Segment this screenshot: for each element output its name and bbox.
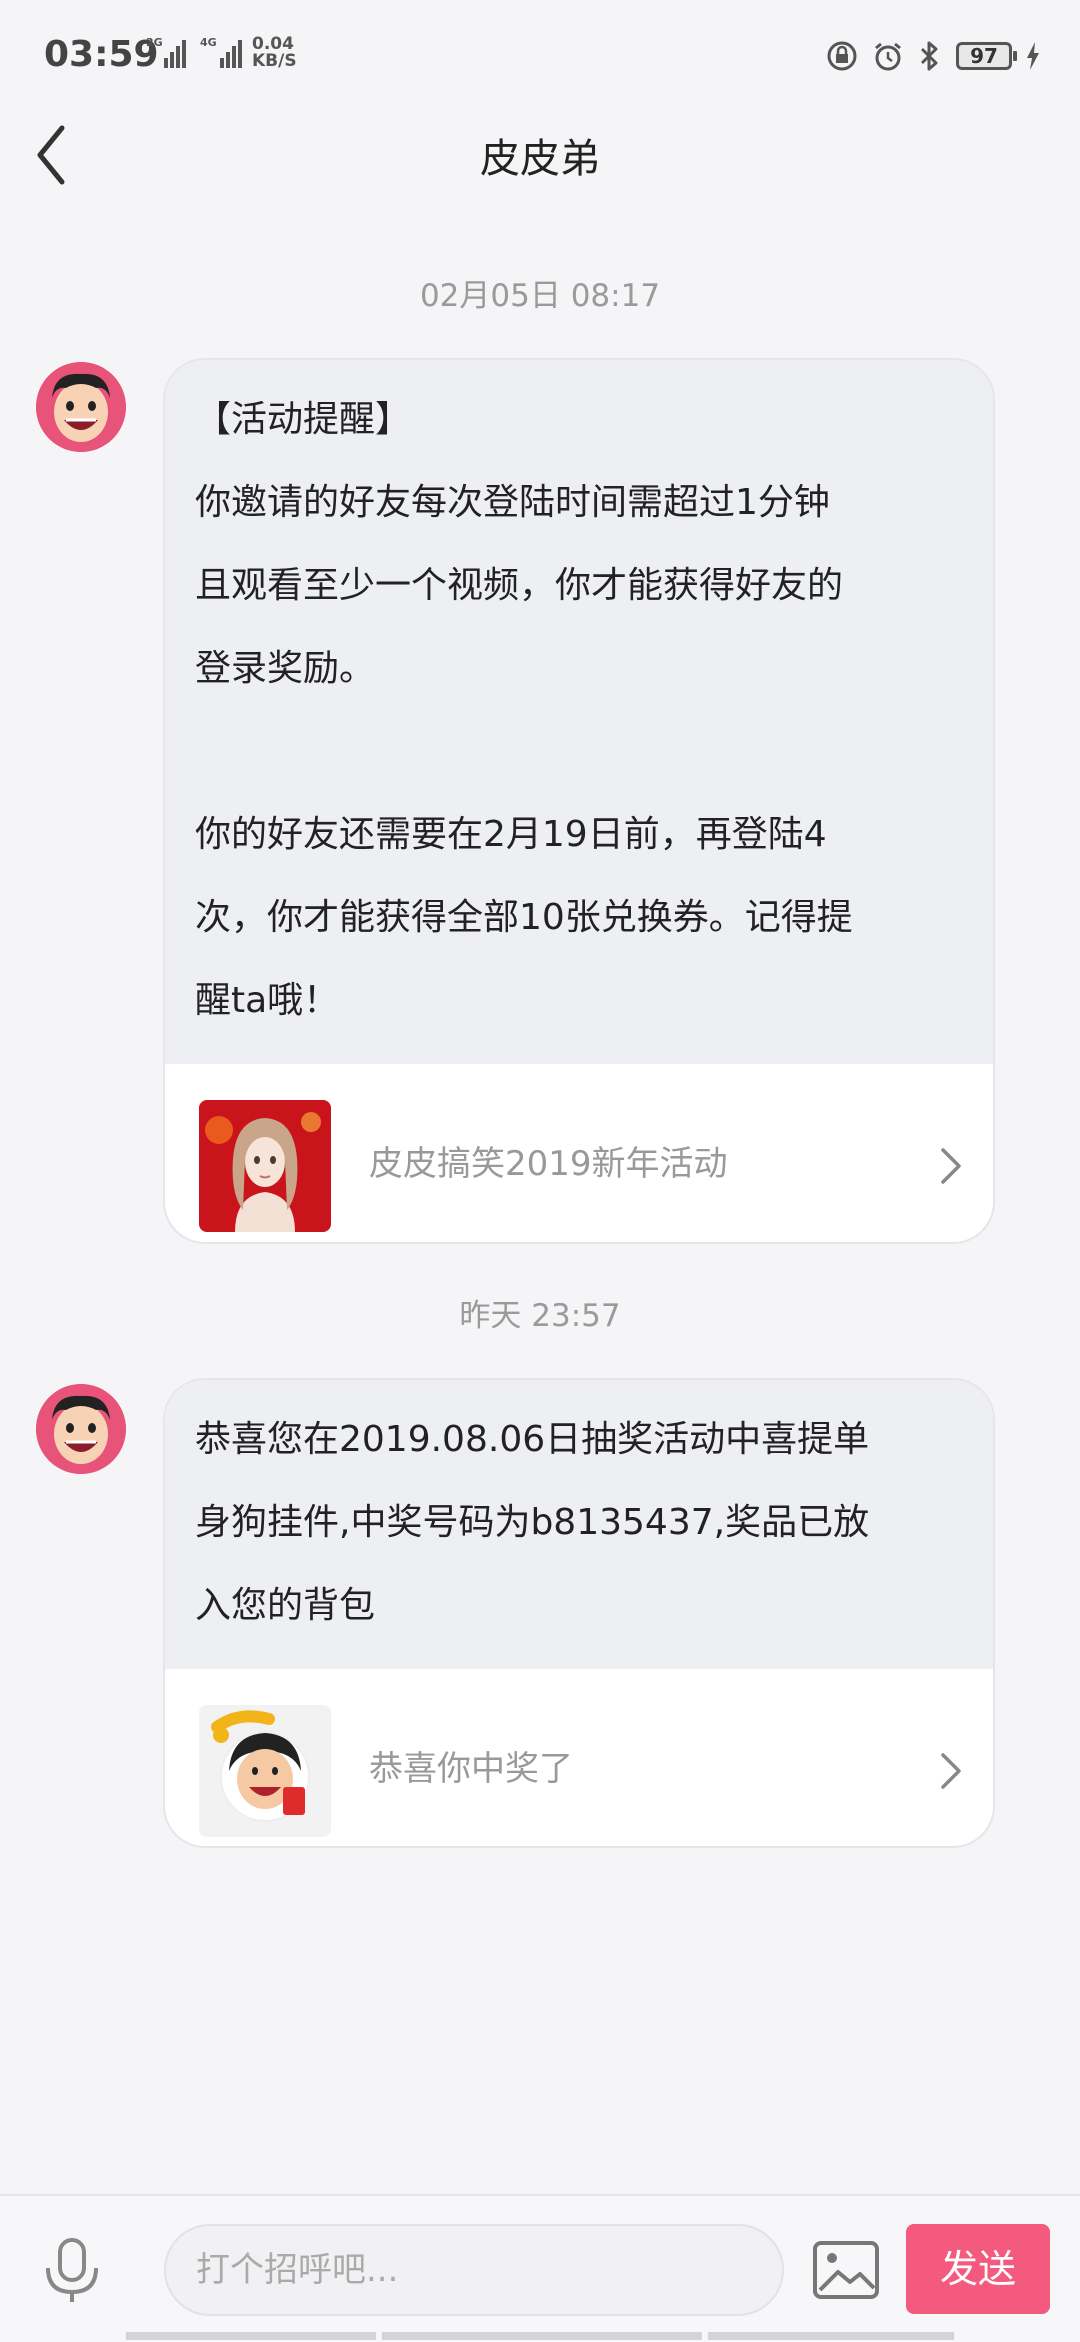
sender-avatar[interactable] <box>36 1384 126 1474</box>
signal-icon: 2G <box>146 36 186 68</box>
battery-icon: 97 <box>956 42 1017 70</box>
prize-link-label: 恭喜你中奖了 <box>369 1749 573 1789</box>
status-time: 03:59 <box>44 34 159 75</box>
nav-bar: 皮皮弟 <box>0 100 1080 210</box>
page-title: 皮皮弟 <box>480 136 600 182</box>
message-text: 恭喜您在2019.08.06日抽奖活动中喜提单 身狗挂件,中奖号码为b81354… <box>165 1380 993 1669</box>
cartoon-face-icon <box>36 1384 126 1474</box>
status-bar: 03:59 2G 4G 0.04 KB/S 97 <box>0 0 1080 100</box>
message-timestamp: 02月05日 08:17 <box>419 278 661 314</box>
message-text: 【活动提醒】 你邀请的好友每次登陆时间需超过1分钟 且观看至少一个视频，你才能获… <box>165 360 993 1064</box>
message-line: 登录奖励。 <box>195 648 376 689</box>
prize-thumbnail <box>199 1705 331 1837</box>
message-line: 且观看至少一个视频，你才能获得好友的 <box>195 565 844 606</box>
message-line: 入您的背包 <box>195 1585 376 1626</box>
status-icons: 97 <box>826 36 1040 76</box>
message-line: 【活动提醒】 <box>195 399 412 440</box>
alarm-icon <box>875 42 901 71</box>
input-bar: 发送 <box>0 2194 1080 2342</box>
doll-promo-image <box>199 1100 331 1232</box>
message-line: 次，你才能获得全部10张兑换券。记得提 <box>195 897 853 938</box>
network-4g-label: 4G <box>200 36 217 49</box>
sender-avatar[interactable] <box>36 362 126 452</box>
charging-icon <box>1027 42 1039 70</box>
gesture-bar <box>126 2332 376 2340</box>
message-input[interactable] <box>164 2224 784 2316</box>
message-line: 你的好友还需要在2月19日前，再登陆4 <box>195 814 827 855</box>
network-speed: 0.04 KB/S <box>252 36 297 70</box>
gesture-bar <box>708 2332 954 2340</box>
network-speed-unit: KB/S <box>252 51 297 71</box>
microphone-icon[interactable] <box>40 2236 104 2306</box>
activity-thumbnail <box>199 1100 331 1232</box>
lottery-cartoon-image <box>199 1705 331 1837</box>
prize-link[interactable]: 恭喜你中奖了 <box>165 1669 993 1846</box>
image-icon[interactable] <box>812 2240 880 2300</box>
message-card: 恭喜您在2019.08.06日抽奖活动中喜提单 身狗挂件,中奖号码为b81354… <box>163 1378 995 1848</box>
signal-4g-icon: 4G <box>200 36 242 68</box>
chevron-right-icon <box>941 1148 961 1184</box>
message-timestamp: 昨天 23:57 <box>459 1298 621 1334</box>
message-line: 身狗挂件,中奖号码为b8135437,奖品已放 <box>195 1502 870 1543</box>
cartoon-face-icon <box>36 362 126 452</box>
activity-link-label: 皮皮搞笑2019新年活动 <box>369 1144 728 1184</box>
send-button[interactable]: 发送 <box>906 2224 1050 2314</box>
message-card: 【活动提醒】 你邀请的好友每次登陆时间需超过1分钟 且观看至少一个视频，你才能获… <box>163 358 995 1244</box>
network-2g-label: 2G <box>146 36 163 49</box>
chevron-right-icon <box>941 1753 961 1789</box>
gesture-bar <box>382 2332 702 2340</box>
message-line: 恭喜您在2019.08.06日抽奖活动中喜提单 <box>195 1419 870 1460</box>
message-line: 醒ta哦！ <box>195 980 340 1021</box>
lock-rotation-icon <box>827 41 857 71</box>
message-line: 你邀请的好友每次登陆时间需超过1分钟 <box>195 482 830 523</box>
activity-link[interactable]: 皮皮搞笑2019新年活动 <box>165 1064 993 1242</box>
bluetooth-icon <box>920 41 938 71</box>
